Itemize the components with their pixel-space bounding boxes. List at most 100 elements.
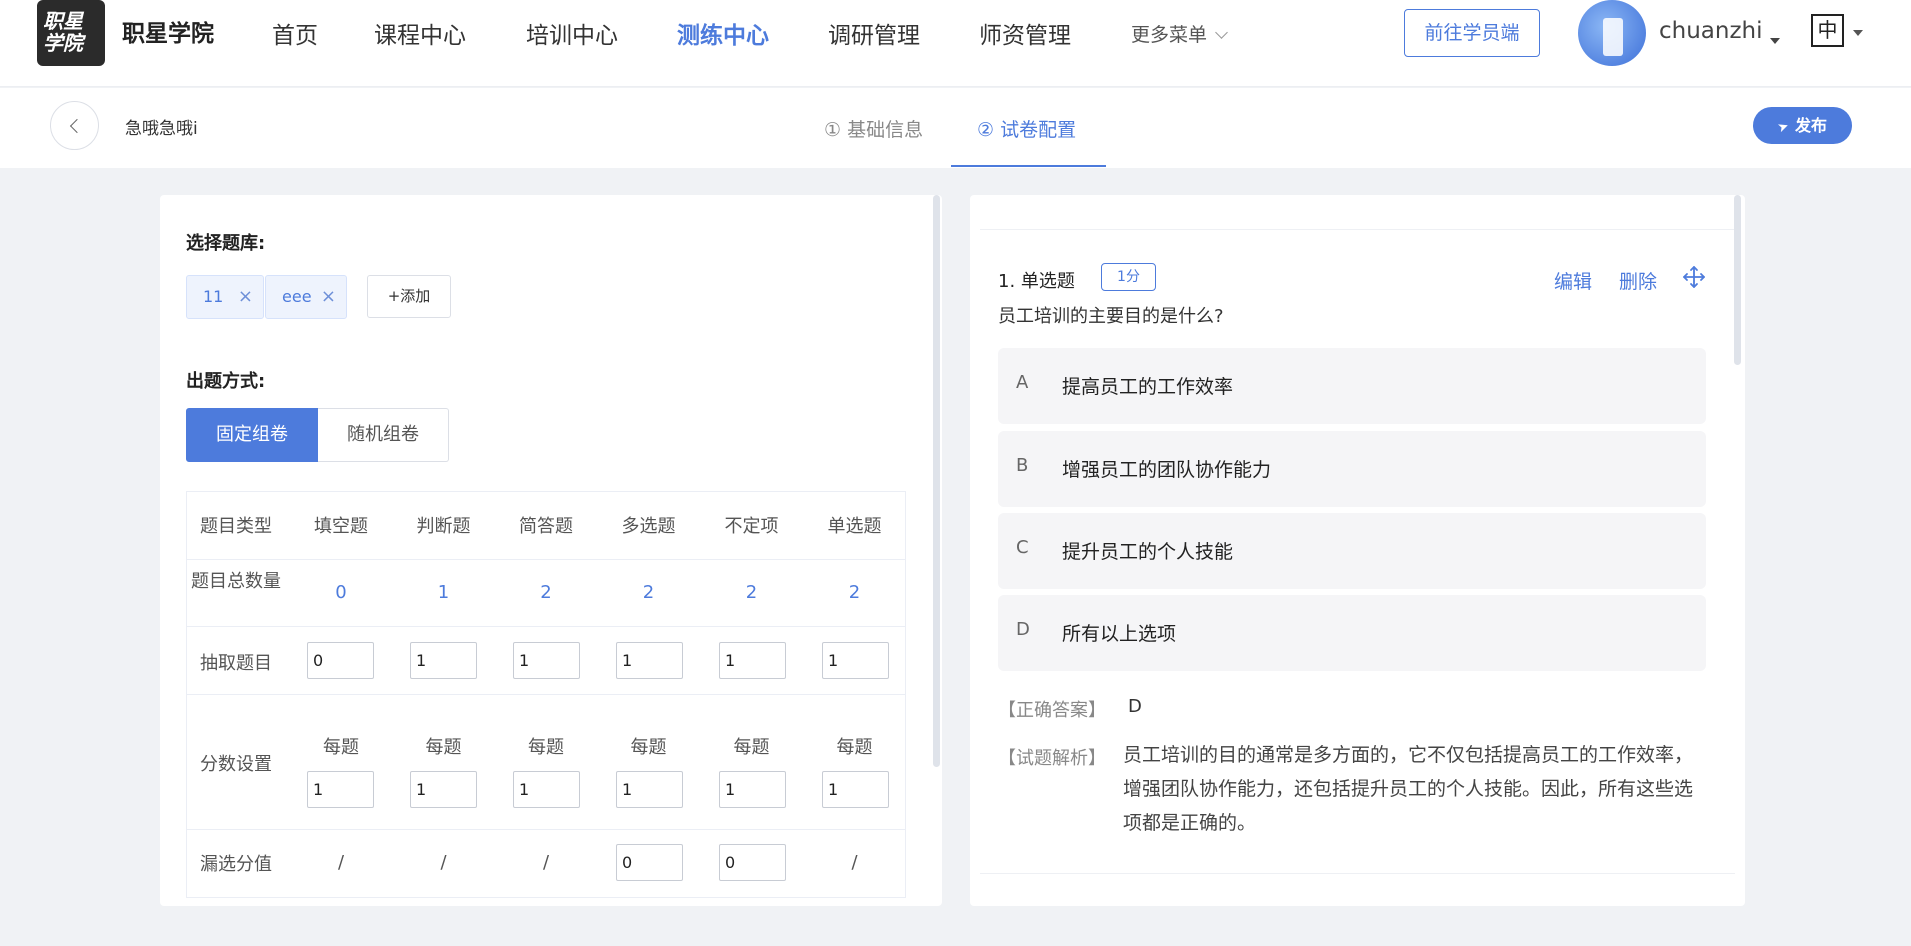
option-d: D 所有以上选项 (998, 595, 1706, 671)
preview-panel: 1. 单选题 1分 编辑 删除 员工培训的主要目的是什么? A 提高员工的工作效… (970, 195, 1745, 906)
partial-value: / (440, 852, 447, 873)
draw-count-input[interactable]: 1 (616, 642, 683, 679)
active-step-indicator (951, 165, 1106, 167)
bank-label: 选择题库: (186, 233, 266, 254)
nav-item-home[interactable]: 首页 (272, 16, 318, 50)
total-count: 2 (642, 582, 655, 603)
avatar[interactable] (1578, 0, 1646, 66)
chevron-left-icon (69, 118, 85, 134)
right-scrollbar[interactable] (1734, 195, 1741, 365)
exam-title: 急哦急哦i (125, 119, 198, 139)
phone-icon (1603, 18, 1623, 56)
close-icon[interactable]: × (238, 276, 253, 318)
nav-item-teachers[interactable]: 师资管理 (979, 16, 1071, 50)
per-question-label: 每题 (733, 737, 770, 758)
bank-tag-label: eee (282, 287, 312, 306)
table-row: 题目总数量 0 1 2 2 2 2 (187, 560, 905, 627)
question-config-table: 题目类型 填空题 判断题 简答题 多选题 不定项 单选题 题目总数量 0 1 2… (186, 491, 906, 898)
answer-label: 【正确答案】 (998, 700, 1106, 721)
total-count: 0 (335, 582, 347, 603)
option-text: 提高员工的工作效率 (1062, 376, 1234, 398)
type-header: 单选题 (827, 516, 882, 537)
partial-score-input[interactable]: 0 (616, 844, 683, 881)
close-icon[interactable]: × (321, 276, 336, 318)
score-input[interactable]: 1 (513, 771, 580, 808)
draw-count-input[interactable]: 1 (719, 642, 786, 679)
draw-count-input[interactable]: 1 (822, 642, 889, 679)
caret-down-icon[interactable] (1770, 38, 1780, 44)
chevron-down-icon (1215, 26, 1228, 39)
draw-label: 抽取题目 (200, 653, 272, 674)
partial-value: / (542, 852, 550, 873)
divider (980, 229, 1735, 230)
draw-count-input[interactable]: 0 (307, 642, 374, 679)
per-question-label: 每题 (630, 737, 667, 758)
score-input[interactable]: 1 (410, 771, 477, 808)
option-c: C 提升员工的个人技能 (998, 513, 1706, 589)
per-question-label: 每题 (323, 737, 359, 758)
logo-text: 职星学院 (43, 9, 83, 55)
score-input[interactable]: 1 (719, 771, 786, 808)
divider (980, 873, 1735, 874)
logo[interactable]: 职星学院 (37, 0, 105, 66)
option-text: 所有以上选项 (1062, 623, 1177, 645)
option-letter: B (1016, 455, 1029, 476)
step-basic-info[interactable]: ① 基础信息 (824, 115, 923, 142)
total-count: 2 (540, 582, 552, 603)
score-input[interactable]: 1 (822, 771, 889, 808)
caret-down-icon[interactable] (1853, 30, 1863, 36)
mode-fixed-button[interactable]: 固定组卷 (186, 408, 318, 462)
type-header: 多选题 (621, 516, 676, 537)
nav-item-training-center[interactable]: 培训中心 (526, 16, 618, 50)
move-icon[interactable] (1682, 265, 1706, 289)
table-row: 漏选分值 / / / 0 0 / (187, 830, 905, 898)
total-count: 2 (848, 582, 861, 603)
option-letter: C (1016, 537, 1029, 558)
delete-button[interactable]: 删除 (1619, 267, 1657, 294)
question-text: 员工培训的主要目的是什么? (998, 306, 1224, 327)
question-number: 1. 单选题 (998, 271, 1075, 292)
partial-score-input[interactable]: 0 (719, 844, 786, 881)
option-text: 提升员工的个人技能 (1062, 541, 1234, 563)
nav-item-course-center[interactable]: 课程中心 (374, 16, 466, 50)
publish-button[interactable]: ➤ 发布 (1753, 107, 1852, 144)
option-letter: D (1016, 619, 1030, 640)
left-scrollbar[interactable] (933, 195, 940, 767)
username[interactable]: chuanzhi (1659, 18, 1763, 44)
nav-item-test-center[interactable]: 测练中心 (677, 16, 769, 50)
mode-label: 出题方式: (186, 371, 266, 392)
more-menu[interactable]: 更多菜单 (1131, 20, 1228, 47)
score-input[interactable]: 1 (616, 771, 683, 808)
score-badge: 1分 (1101, 263, 1156, 291)
option-text: 增强员工的团队协作能力 (1062, 459, 1272, 481)
step-paper-config[interactable]: ② 试卷配置 (977, 115, 1076, 142)
type-header: 填空题 (314, 516, 368, 537)
add-bank-button[interactable]: +添加 (367, 275, 451, 318)
total-count: 2 (745, 582, 758, 603)
language-switch[interactable]: 中 (1811, 14, 1844, 47)
bank-tag-label: 11 (203, 287, 224, 306)
brand-name: 职星学院 (122, 21, 214, 47)
more-menu-label: 更多菜单 (1131, 24, 1208, 46)
nav-item-survey[interactable]: 调研管理 (828, 16, 920, 50)
draw-count-input[interactable]: 1 (410, 642, 477, 679)
analysis-label: 【试题解析】 (998, 748, 1106, 769)
send-icon: ➤ (1775, 118, 1792, 137)
score-label: 分数设置 (200, 754, 272, 775)
bank-tag: 11 × (186, 275, 264, 319)
analysis-text: 员工培训的目的通常是多方面的，它不仅包括提高员工的工作效率，增强团队协作能力，还… (1123, 744, 1694, 834)
option-a: A 提高员工的工作效率 (998, 348, 1706, 424)
back-button[interactable] (50, 101, 99, 150)
edit-button[interactable]: 编辑 (1554, 267, 1592, 294)
total-count: 1 (437, 582, 450, 603)
table-row: 题目类型 填空题 判断题 简答题 多选题 不定项 单选题 (187, 492, 905, 560)
score-input[interactable]: 1 (307, 771, 374, 808)
mode-random-button[interactable]: 随机组卷 (318, 408, 449, 462)
bank-tag: eee × (265, 275, 347, 319)
go-student-button[interactable]: 前往学员端 (1404, 9, 1540, 57)
draw-count-input[interactable]: 1 (513, 642, 580, 679)
type-header: 判断题 (416, 516, 471, 537)
partial-value: / (337, 852, 345, 873)
type-header-label: 题目类型 (200, 516, 272, 537)
table-row: 抽取题目 0 1 1 1 1 1 (187, 627, 905, 695)
